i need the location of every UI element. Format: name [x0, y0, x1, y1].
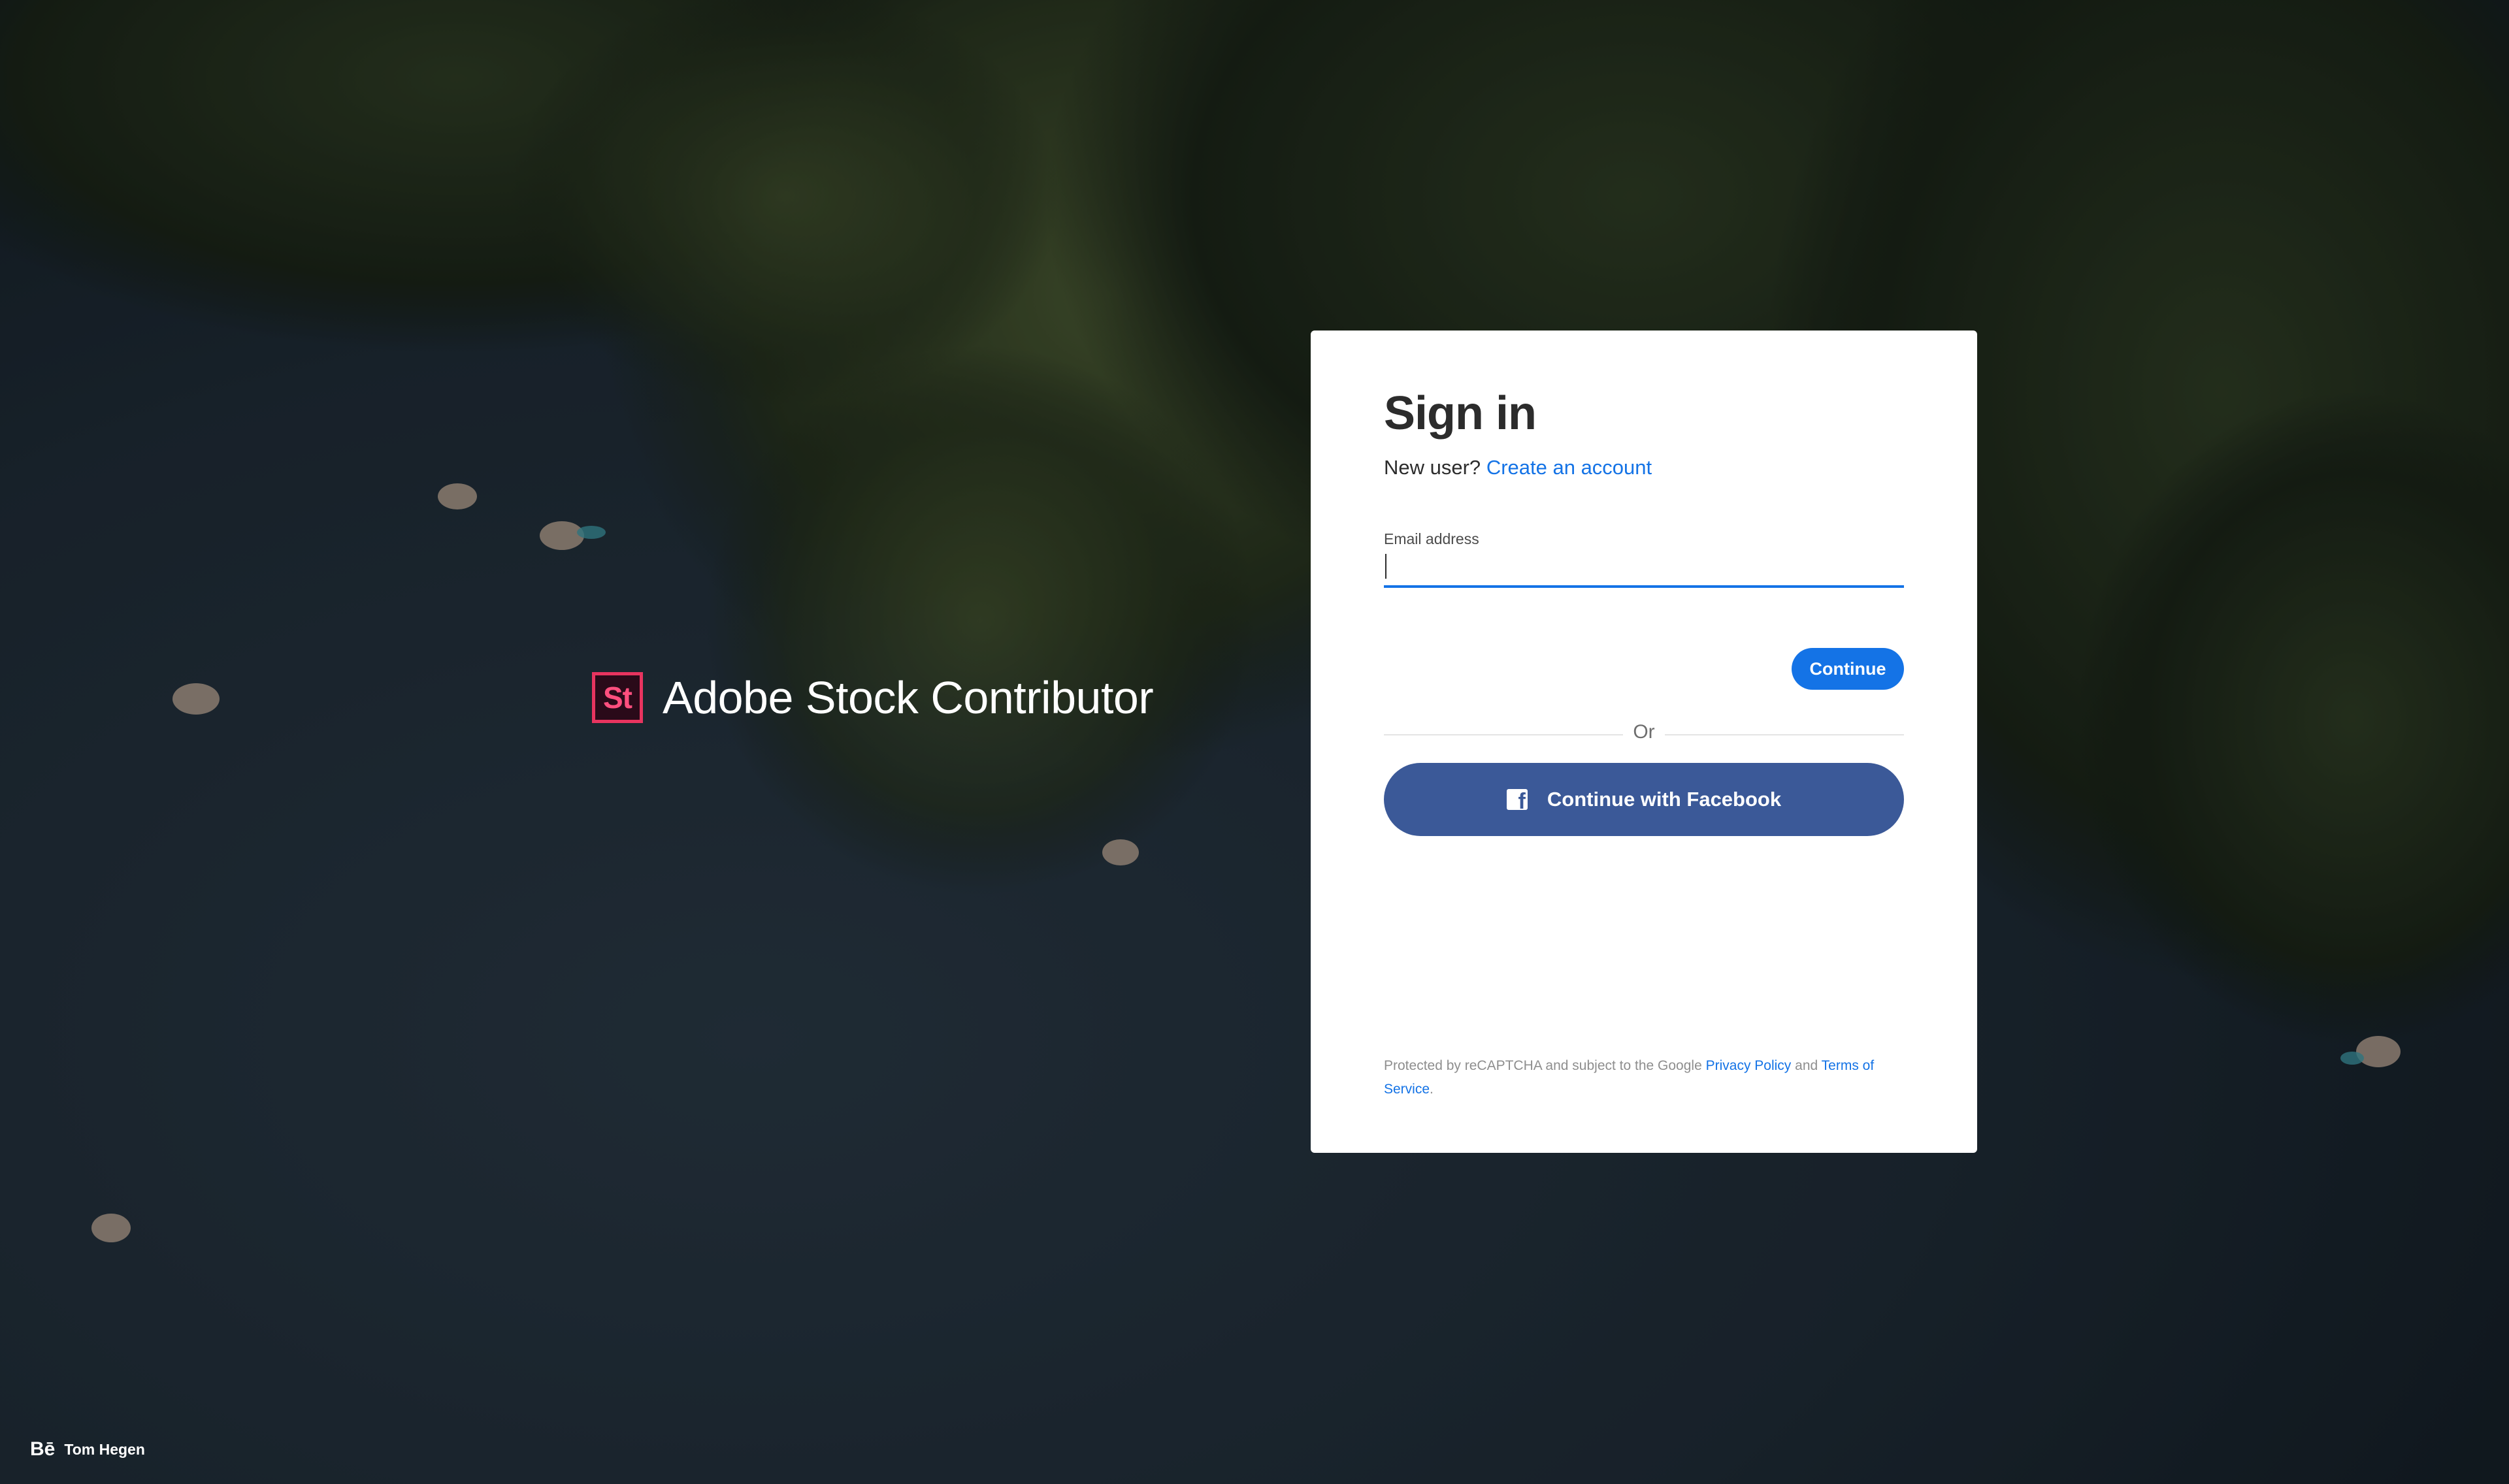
background-aerial-scene	[0, 0, 2509, 1484]
new-user-text: New user?	[1384, 456, 1481, 479]
behance-icon: Bē	[30, 1438, 56, 1460]
brand-name: Adobe Stock Contributor	[663, 672, 1154, 723]
facebook-button-label: Continue with Facebook	[1547, 788, 1782, 811]
email-field[interactable]	[1384, 550, 1904, 588]
or-text: Or	[1633, 721, 1655, 743]
recaptcha-notice: Protected by reCAPTCHA and subject to th…	[1384, 1054, 1904, 1101]
facebook-icon: f	[1506, 789, 1528, 810]
legal-prefix: Protected by reCAPTCHA and subject to th…	[1384, 1058, 1702, 1073]
sign-in-card: Sign in New user? Create an account Emai…	[1311, 331, 1977, 1153]
text-cursor	[1385, 554, 1386, 579]
privacy-policy-link[interactable]: Privacy Policy	[1706, 1058, 1792, 1073]
email-label: Email address	[1384, 530, 1479, 547]
continue-with-facebook-button[interactable]: f Continue with Facebook	[1384, 763, 1904, 836]
create-account-link[interactable]: Create an account	[1486, 456, 1652, 479]
legal-and: and	[1795, 1058, 1818, 1073]
divider-line-right	[1665, 734, 1904, 735]
brand-lockup: St Adobe Stock Contributor	[592, 670, 1154, 725]
photographer-name: Tom Hegen	[64, 1440, 145, 1458]
legal-suffix: .	[1430, 1082, 1434, 1097]
or-divider: Or	[1384, 721, 1904, 747]
new-user-row: New user? Create an account	[1384, 456, 1652, 479]
continue-button[interactable]: Continue	[1792, 648, 1904, 690]
adobe-stock-logo-icon: St	[592, 672, 643, 723]
background-photo	[0, 0, 2509, 1484]
page-title: Sign in	[1384, 387, 1537, 440]
photo-credit[interactable]: Bē Tom Hegen	[30, 1438, 145, 1460]
